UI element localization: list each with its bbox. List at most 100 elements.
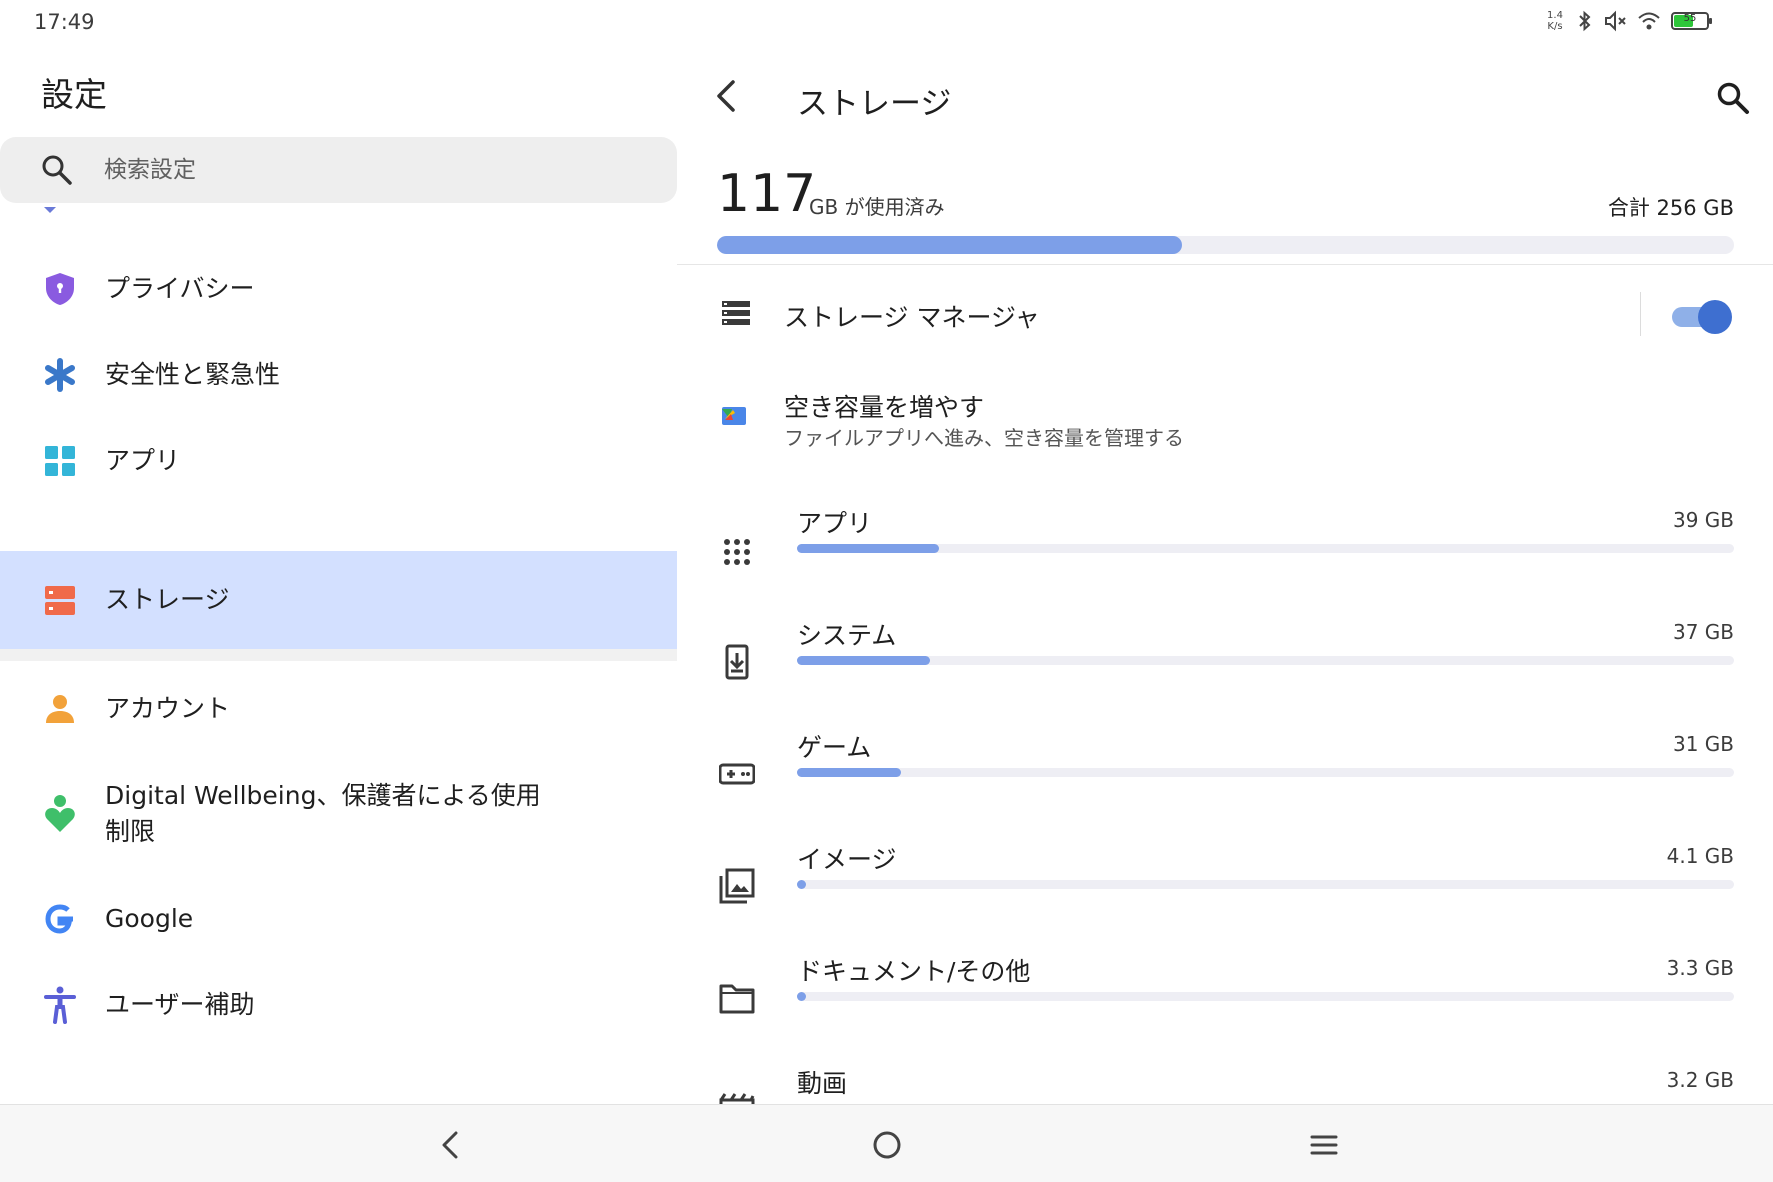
gamepad-icon <box>719 763 755 785</box>
settings-item-apps[interactable]: アプリ <box>0 418 677 504</box>
toggle-knob <box>1698 300 1732 334</box>
bluetooth-icon <box>1579 10 1591 32</box>
free-up-space-subtitle: ファイルアプリへ進み、空き容量を管理する <box>784 426 1184 450</box>
privacy-shield-icon <box>40 269 80 309</box>
category-size: 3.3 GB <box>1666 956 1734 980</box>
category-label: ゲーム <box>797 733 872 762</box>
used-storage-value: 117 <box>717 164 817 224</box>
apps-grid-icon <box>40 441 80 481</box>
search-bar[interactable] <box>0 137 677 203</box>
settings-item-google[interactable]: Google <box>0 876 677 962</box>
navigation-bar <box>0 1104 1773 1182</box>
category-images[interactable]: イメージ 4.1 GB <box>677 840 1773 940</box>
category-video[interactable]: 動画 3.2 GB <box>677 1064 1773 1104</box>
partial-item-icon <box>44 207 56 213</box>
category-label: 動画 <box>797 1069 848 1098</box>
settings-item-label: アカウント <box>105 694 231 723</box>
category-bar <box>797 544 1734 553</box>
partial-list-item <box>40 202 60 216</box>
selection-divider <box>0 649 677 661</box>
nav-menu-icon[interactable] <box>1304 1125 1344 1165</box>
category-apps[interactable]: アプリ 39 GB <box>677 504 1773 604</box>
nav-home-icon[interactable] <box>867 1125 907 1165</box>
settings-item-label: Digital Wellbeing、保護者による使用制限 <box>105 781 541 846</box>
settings-item-digital-wellbeing[interactable]: Digital Wellbeing、保護者による使用制限 <box>0 754 677 874</box>
google-icon <box>40 899 80 939</box>
system-download-icon <box>725 644 749 680</box>
category-bar-fill <box>797 880 807 889</box>
category-size: 37 GB <box>1672 620 1734 644</box>
settings-item-label: ストレージ <box>105 585 230 614</box>
image-icon <box>719 868 755 904</box>
battery-icon: 55 <box>1671 12 1712 30</box>
category-size: 4.1 GB <box>1666 844 1734 868</box>
category-label: システム <box>797 621 897 650</box>
video-icon <box>719 1093 755 1104</box>
settings-item-safety[interactable]: 安全性と緊急性 <box>0 332 677 418</box>
network-speed: 1.4 K/s <box>1543 10 1567 32</box>
network-speed-value: 1.4 <box>1547 10 1563 21</box>
storage-pane: ストレージ 117 GB が使用済み 合計 256 GB ストレージ マネージャ… <box>677 46 1773 1104</box>
storage-manager-row[interactable]: ストレージ マネージャ <box>677 276 1773 356</box>
battery-percent: 55 <box>1683 13 1697 24</box>
settings-item-privacy[interactable]: プライバシー <box>0 246 677 332</box>
used-storage-unit: GB が使用済み <box>809 195 945 219</box>
asterisk-icon <box>40 355 80 395</box>
account-icon <box>40 689 80 729</box>
search-input[interactable] <box>104 149 624 191</box>
storage-manager-label: ストレージ マネージャ <box>784 303 1040 332</box>
divider <box>677 264 1773 265</box>
nav-back-icon[interactable] <box>430 1125 470 1165</box>
status-bar: 17:49 1.4 K/s 55 <box>0 0 1773 46</box>
storage-icon <box>40 580 80 620</box>
settings-item-label: Google <box>105 904 194 933</box>
category-bar-fill <box>797 992 807 1001</box>
storage-usage-bar <box>717 236 1734 254</box>
total-storage: 合計 256 GB <box>1607 196 1734 220</box>
category-size: 3.2 GB <box>1666 1068 1734 1092</box>
settings-pane: 設定 プライバシー 安全性と緊急性 アプリ ストレージ <box>0 46 677 1104</box>
free-up-space-row[interactable]: 空き容量を増やす ファイルアプリへ進み、空き容量を管理する <box>677 372 1773 452</box>
status-time: 17:49 <box>34 10 95 34</box>
files-app-icon <box>722 407 746 425</box>
settings-item-storage[interactable]: ストレージ <box>0 551 677 649</box>
network-speed-unit: K/s <box>1547 21 1563 32</box>
settings-item-accessibility[interactable]: ユーザー補助 <box>0 962 677 1048</box>
category-system[interactable]: システム 37 GB <box>677 616 1773 716</box>
settings-item-account[interactable]: アカウント <box>0 666 677 752</box>
category-bar-fill <box>797 768 901 777</box>
category-bar-fill <box>797 656 931 665</box>
category-bar <box>797 768 1734 777</box>
wellbeing-icon <box>40 794 80 834</box>
mute-icon <box>1605 10 1626 32</box>
settings-item-label: 安全性と緊急性 <box>105 360 281 389</box>
page-title: 設定 <box>41 75 107 114</box>
free-up-space-title: 空き容量を増やす <box>784 393 985 422</box>
settings-item-label: ユーザー補助 <box>105 990 255 1019</box>
category-label: イメージ <box>797 845 897 874</box>
settings-item-label: アプリ <box>105 446 181 475</box>
vertical-divider <box>1640 292 1641 336</box>
category-label: ドキュメント/その他 <box>797 957 1031 986</box>
wifi-icon <box>1638 12 1660 30</box>
storage-manager-icon <box>722 301 750 325</box>
category-bar-fill <box>797 544 940 553</box>
category-documents[interactable]: ドキュメント/その他 3.3 GB <box>677 952 1773 1052</box>
status-icons: 1.4 K/s 55 <box>1543 10 1712 32</box>
category-bar <box>797 992 1734 1001</box>
storage-usage-fill <box>717 236 1182 254</box>
back-arrow-icon[interactable] <box>707 74 747 118</box>
category-label: アプリ <box>797 509 873 538</box>
settings-item-label: プライバシー <box>105 274 255 303</box>
category-games[interactable]: ゲーム 31 GB <box>677 728 1773 828</box>
storage-title: ストレージ <box>797 86 952 122</box>
category-bar <box>797 880 1734 889</box>
category-size: 39 GB <box>1672 508 1734 532</box>
search-icon <box>42 155 72 185</box>
folder-icon <box>719 984 755 1014</box>
category-bar <box>797 656 1734 665</box>
accessibility-icon <box>40 985 80 1025</box>
storage-manager-toggle[interactable] <box>1670 300 1732 334</box>
category-size: 31 GB <box>1672 732 1734 756</box>
search-icon[interactable] <box>1715 80 1751 116</box>
